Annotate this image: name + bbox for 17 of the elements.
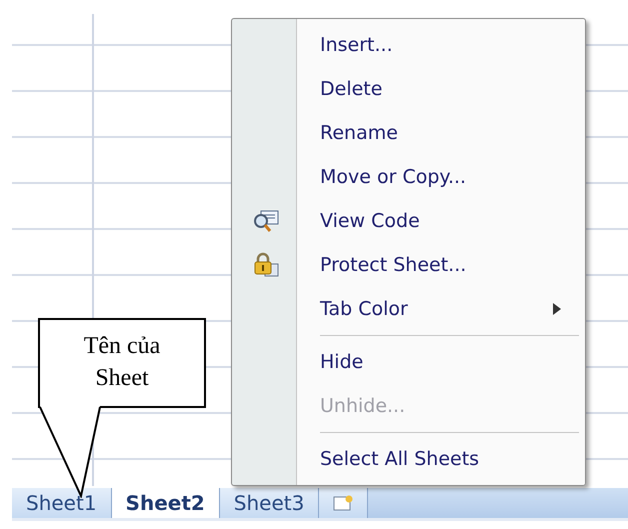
menu-item[interactable]: View Code — [234, 199, 583, 243]
menu-item[interactable]: Move or Copy... — [234, 155, 583, 199]
menu-item[interactable]: Rename — [234, 111, 583, 155]
sheet-tab[interactable]: Sheet1 — [12, 488, 112, 518]
sheet-tab[interactable]: Sheet2 — [112, 488, 220, 518]
padlock-icon — [253, 252, 279, 278]
sheet-tab[interactable]: Sheet3 — [220, 488, 320, 518]
menu-item[interactable]: Delete — [234, 67, 583, 111]
menu-item[interactable]: Hide — [234, 340, 583, 384]
menu-item[interactable]: Tab Color — [234, 287, 583, 331]
menu-item[interactable]: Insert... — [234, 23, 583, 67]
menu-item[interactable]: Select All Sheets — [234, 437, 583, 481]
new-sheet-icon — [331, 494, 356, 512]
insert-sheet-tab[interactable] — [319, 488, 368, 518]
magnifier-window-icon — [253, 209, 279, 233]
submenu-arrow-icon — [553, 303, 561, 315]
menu-item[interactable]: Protect Sheet... — [234, 243, 583, 287]
